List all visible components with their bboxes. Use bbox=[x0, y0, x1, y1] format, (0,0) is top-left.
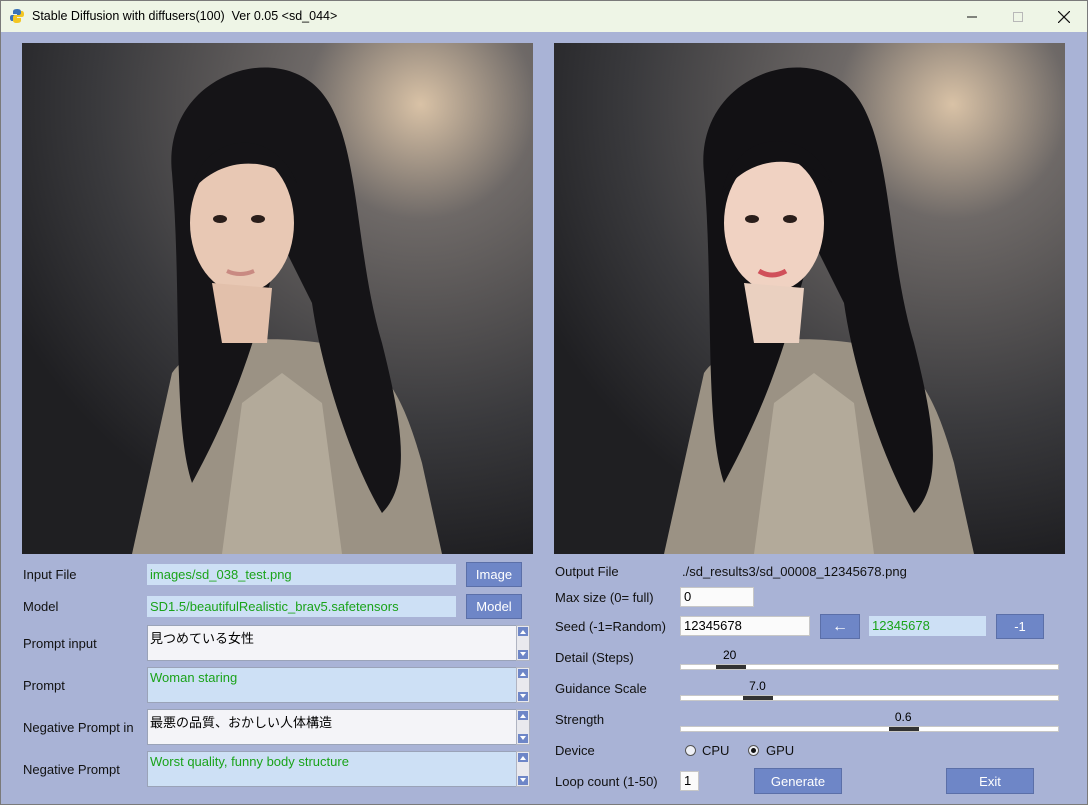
minimize-button[interactable] bbox=[949, 1, 995, 32]
device-gpu-label[interactable]: GPU bbox=[766, 743, 794, 758]
prompt-scrollbar[interactable] bbox=[516, 667, 530, 703]
output-file-value: ./sd_results3/sd_00008_12345678.png bbox=[682, 564, 907, 579]
minimize-icon bbox=[967, 16, 977, 17]
prompt-input-scrollbar[interactable] bbox=[516, 625, 530, 661]
guidance-slider-thumb[interactable] bbox=[743, 696, 774, 700]
device-gpu-radio[interactable] bbox=[748, 745, 759, 756]
model-label: Model bbox=[23, 599, 59, 614]
generate-button[interactable]: Generate bbox=[754, 768, 842, 794]
scroll-down-icon[interactable] bbox=[518, 692, 528, 701]
strength-label: Strength bbox=[555, 712, 605, 727]
steps-slider[interactable] bbox=[680, 664, 1059, 670]
close-icon bbox=[1058, 10, 1070, 23]
max-size-label: Max size (0= full) bbox=[555, 590, 654, 605]
input-file-field[interactable]: images/sd_038_test.png bbox=[147, 564, 456, 585]
scroll-up-icon[interactable] bbox=[518, 753, 528, 762]
negative-prompt-label: Negative Prompt bbox=[23, 762, 120, 777]
last-seed-field: 12345678 bbox=[869, 616, 986, 636]
window-title: Stable Diffusion with diffusers(100) Ver… bbox=[32, 9, 338, 23]
prompt-textarea[interactable]: Woman staring bbox=[147, 667, 523, 703]
output-file-label: Output File bbox=[555, 564, 619, 579]
seed-copy-arrow-button[interactable]: ← bbox=[820, 614, 860, 639]
scroll-down-icon[interactable] bbox=[518, 650, 528, 659]
guidance-label: Guidance Scale bbox=[555, 681, 647, 696]
prompt-label: Prompt bbox=[23, 678, 65, 693]
python-icon bbox=[10, 9, 24, 23]
app-window: Stable Diffusion with diffusers(100) Ver… bbox=[0, 0, 1088, 805]
model-field[interactable]: SD1.5/beautifulRealistic_brav5.safetenso… bbox=[147, 596, 456, 617]
guidance-slider[interactable] bbox=[680, 695, 1059, 701]
steps-value: 20 bbox=[723, 648, 737, 662]
image-button[interactable]: Image bbox=[466, 562, 522, 587]
scroll-up-icon[interactable] bbox=[518, 669, 528, 678]
guidance-value: 7.0 bbox=[749, 679, 766, 693]
device-cpu-label[interactable]: CPU bbox=[702, 743, 729, 758]
scroll-down-icon[interactable] bbox=[518, 734, 528, 743]
output-image bbox=[554, 43, 1065, 554]
input-image bbox=[22, 43, 533, 554]
exit-button[interactable]: Exit bbox=[946, 768, 1034, 794]
maximize-icon bbox=[1013, 11, 1023, 22]
loop-count-input[interactable]: 1 bbox=[680, 771, 699, 791]
input-file-label: Input File bbox=[23, 567, 77, 582]
loop-count-label: Loop count (1-50) bbox=[555, 774, 658, 789]
close-button[interactable] bbox=[1041, 1, 1087, 32]
prompt-input-textarea[interactable]: 見つめている女性 bbox=[147, 625, 523, 661]
negative-prompt-input-textarea[interactable]: 最悪の品質、おかしい人体構造 bbox=[147, 709, 523, 745]
model-button[interactable]: Model bbox=[466, 594, 522, 619]
steps-slider-thumb[interactable] bbox=[715, 665, 746, 669]
negative-prompt-input-scrollbar[interactable] bbox=[516, 709, 530, 745]
steps-label: Detail (Steps) bbox=[555, 650, 634, 665]
maximize-button[interactable] bbox=[995, 1, 1041, 32]
strength-value: 0.6 bbox=[894, 710, 912, 724]
device-cpu-radio[interactable] bbox=[685, 745, 696, 756]
seed-random-button[interactable]: -1 bbox=[996, 614, 1044, 639]
seed-label: Seed (-1=Random) bbox=[555, 619, 666, 634]
scroll-down-icon[interactable] bbox=[518, 776, 528, 785]
negative-prompt-textarea[interactable]: Worst quality, funny body structure bbox=[147, 751, 523, 787]
negative-prompt-in-label: Negative Prompt in bbox=[23, 720, 134, 735]
negative-prompt-scrollbar[interactable] bbox=[516, 751, 530, 787]
title-bar: Stable Diffusion with diffusers(100) Ver… bbox=[1, 1, 1087, 32]
max-size-input[interactable]: 0 bbox=[680, 587, 754, 607]
device-label: Device bbox=[555, 743, 595, 758]
scroll-up-icon[interactable] bbox=[518, 627, 528, 636]
scroll-up-icon[interactable] bbox=[518, 711, 528, 720]
strength-slider-thumb[interactable] bbox=[889, 727, 920, 731]
prompt-input-label: Prompt input bbox=[23, 636, 97, 651]
strength-slider[interactable] bbox=[680, 726, 1059, 732]
seed-input[interactable]: 12345678 bbox=[680, 616, 810, 636]
